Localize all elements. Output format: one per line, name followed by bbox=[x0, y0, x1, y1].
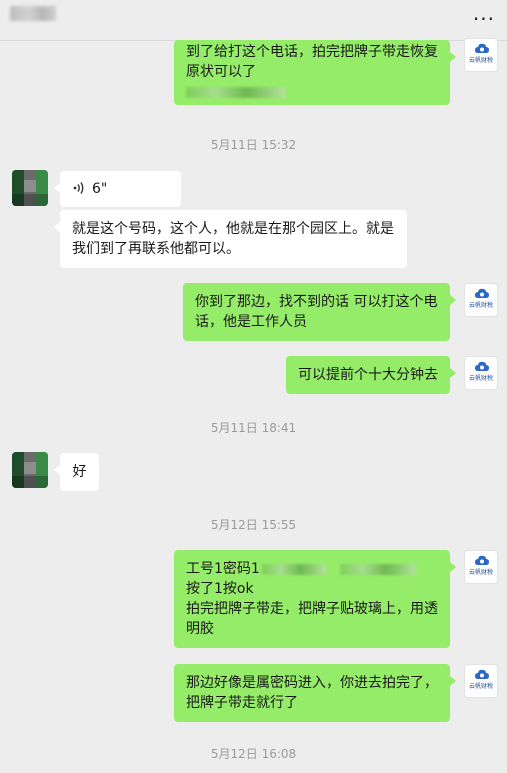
message-bubble-received[interactable]: 好 bbox=[54, 453, 99, 491]
cloud-logo-icon bbox=[475, 669, 489, 679]
message-bubble-sent[interactable]: 那边好像是属密码进入，你进去拍完了，把牌子带走就行了 bbox=[174, 664, 456, 722]
chat-title-redacted bbox=[10, 6, 56, 21]
message-text: 到了给打这个电话，拍完把牌子带走恢复 bbox=[186, 44, 438, 60]
message-bubble-sent[interactable]: 可以提前个十大分钟去 bbox=[286, 356, 456, 394]
message-bubble-received[interactable]: 就是这个号码，这个人，他就是在那个园区上。就是我们到了再联系他都可以。 bbox=[54, 210, 407, 268]
avatar-brand-text: 云帆财税 bbox=[468, 302, 493, 309]
avatar-self[interactable]: 云帆财税 bbox=[464, 550, 498, 584]
redacted-text bbox=[261, 563, 326, 575]
message-text: 那边好像是属密码进入，你进去拍完了，把牌子带走就行了 bbox=[186, 675, 438, 711]
avatar-self[interactable]: 云帆财税 bbox=[464, 664, 498, 698]
message-text: 按了1按ok bbox=[186, 581, 254, 597]
cloud-logo-icon bbox=[475, 288, 489, 298]
avatar-self[interactable]: 云帆财税 bbox=[464, 356, 498, 390]
redacted-text bbox=[186, 86, 286, 98]
avatar-self[interactable]: 云帆财税 bbox=[464, 38, 498, 72]
avatar-brand-text: 云帆财税 bbox=[468, 57, 493, 64]
timestamp: 5月11日 18:41 bbox=[210, 421, 297, 435]
timestamp: 5月12日 15:55 bbox=[210, 518, 297, 532]
voice-wave-icon bbox=[73, 182, 84, 194]
message-bubble-sent[interactable]: 工号1密码1 按了1按ok 拍完把牌子带走，把牌子贴玻璃上，用透明胶 bbox=[174, 550, 456, 648]
message-text: 你到了那边，找不到的话 可以打这个电话，他是工作人员 bbox=[195, 294, 438, 330]
more-dots-icon[interactable]: ··· bbox=[473, 9, 495, 29]
message-text: 就是这个号码，这个人，他就是在那个园区上。就是我们到了再联系他都可以。 bbox=[72, 221, 394, 257]
voice-duration: 6" bbox=[92, 181, 108, 197]
cloud-logo-icon bbox=[475, 43, 489, 53]
message-text: 好 bbox=[72, 464, 87, 480]
cloud-logo-icon bbox=[475, 361, 489, 371]
message-text: 工号1密码1 bbox=[186, 561, 260, 577]
timestamp: 5月11日 15:32 bbox=[210, 138, 297, 152]
avatar-contact[interactable] bbox=[12, 170, 48, 206]
redacted-text bbox=[339, 563, 416, 575]
avatar-brand-text: 云帆财税 bbox=[468, 375, 493, 382]
avatar-contact[interactable] bbox=[12, 452, 48, 488]
avatar-brand-text: 云帆财税 bbox=[468, 569, 493, 576]
avatar-self[interactable]: 云帆财税 bbox=[464, 283, 498, 317]
timestamp: 5月12日 16:08 bbox=[210, 747, 297, 761]
message-text: 拍完把牌子带走，把牌子贴玻璃上，用透明胶 bbox=[186, 601, 438, 637]
message-bubble-sent[interactable]: 到了给打这个电话，拍完把牌子带走恢复 原状可以了 bbox=[174, 40, 456, 105]
message-bubble-sent[interactable]: 你到了那边，找不到的话 可以打这个电话，他是工作人员 bbox=[183, 283, 456, 341]
message-text: 可以提前个十大分钟去 bbox=[298, 367, 438, 383]
voice-message-bubble[interactable]: 6" bbox=[54, 171, 181, 207]
cloud-logo-icon bbox=[475, 555, 489, 565]
message-text: 原状可以了 bbox=[186, 64, 256, 80]
avatar-brand-text: 云帆财税 bbox=[468, 683, 493, 690]
chat-header: ··· bbox=[0, 0, 507, 41]
